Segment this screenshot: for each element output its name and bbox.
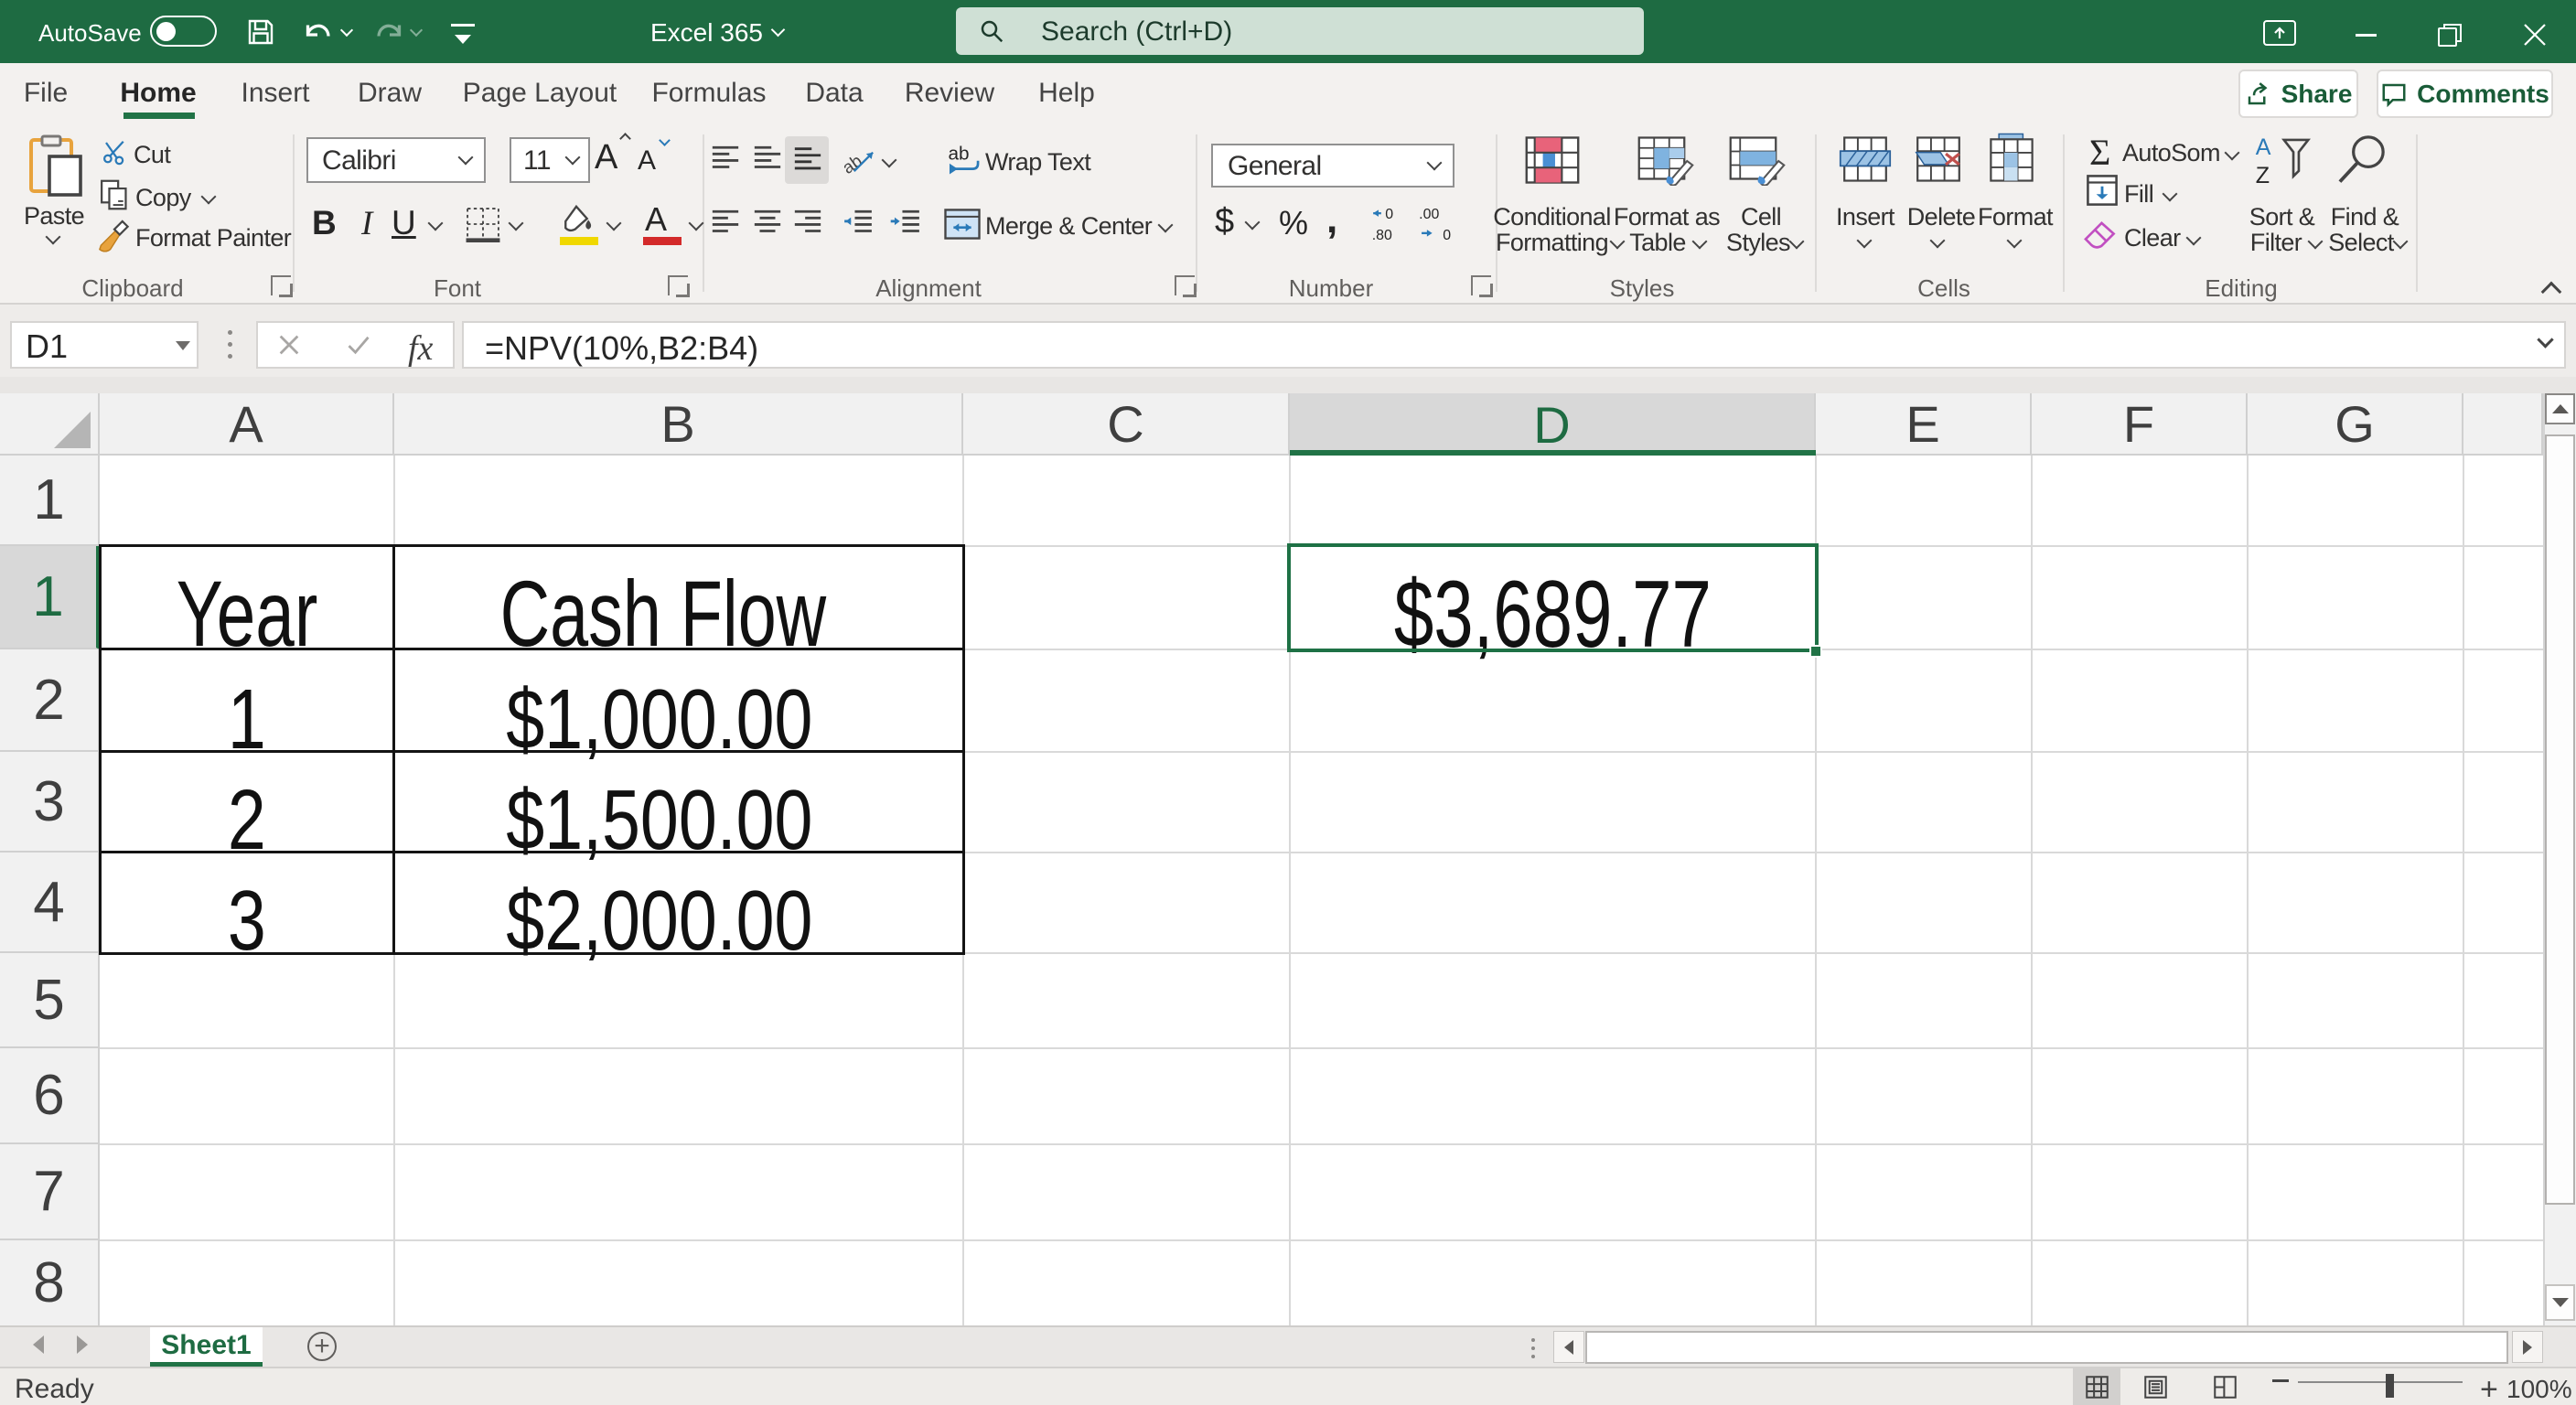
- svg-text:ab: ab: [948, 143, 969, 164]
- svg-text:.00: .00: [1419, 207, 1439, 222]
- svg-text:0: 0: [1385, 207, 1393, 222]
- svg-text:.80: .80: [1372, 228, 1392, 242]
- svg-text:Z: Z: [2256, 163, 2270, 186]
- svg-text:A: A: [2256, 134, 2271, 160]
- svg-text:0: 0: [1443, 228, 1451, 242]
